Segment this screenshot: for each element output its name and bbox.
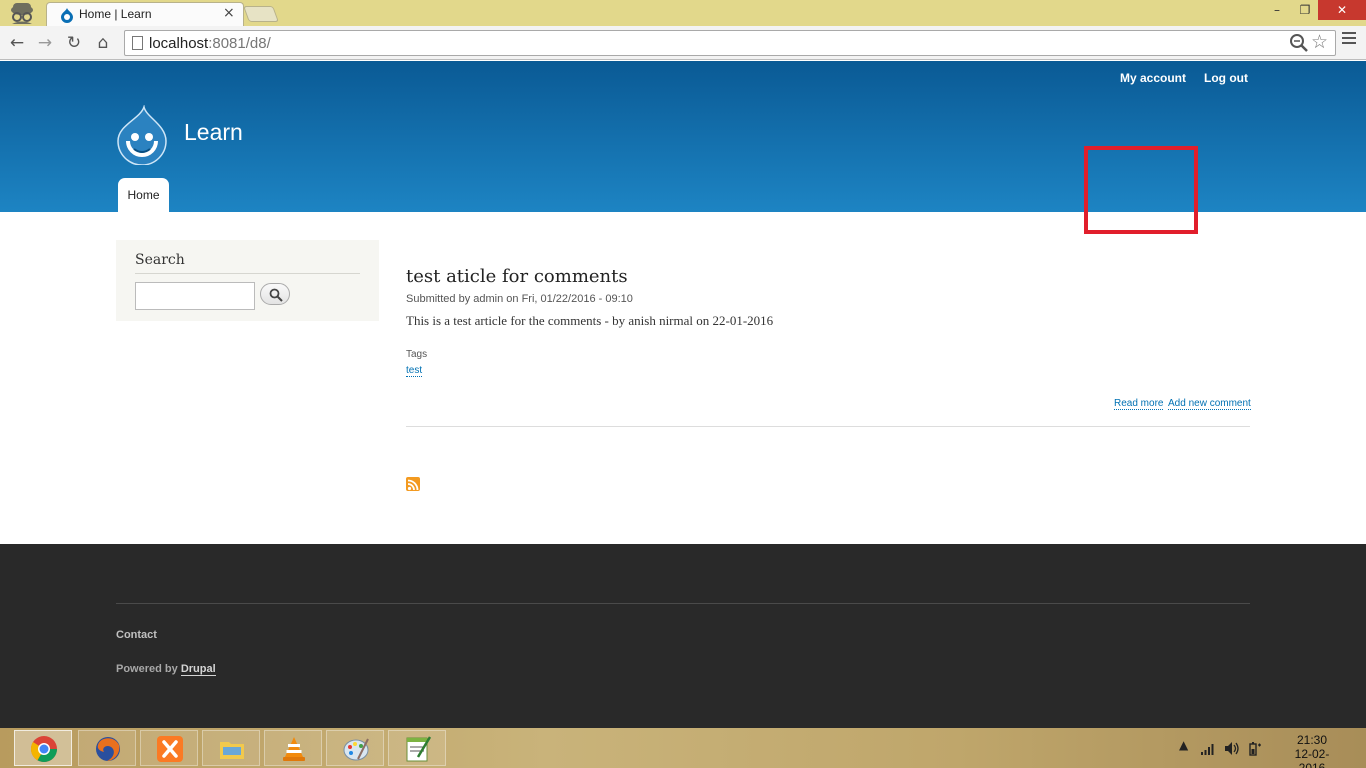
log-out-link[interactable]: Log out [1204, 71, 1248, 85]
browser-toolbar: ← → ↻ ⌂ localhost:8081/d8/ ☆ [0, 26, 1366, 60]
network-signal-icon[interactable] [1200, 742, 1216, 755]
home-icon[interactable]: ⌂ [92, 32, 114, 54]
system-clock[interactable]: 21:30 12-02-2016 [1282, 733, 1342, 768]
read-more-link[interactable]: Read more [1114, 398, 1164, 410]
url-text[interactable]: localhost:8081/d8/ [149, 35, 271, 52]
incognito-icon [11, 3, 33, 24]
show-hidden-icons-button[interactable]: ▲ [1179, 738, 1188, 752]
forward-arrow-icon[interactable]: → [34, 32, 56, 54]
browser-menu-icon[interactable] [1342, 32, 1356, 46]
search-input[interactable] [135, 282, 255, 310]
drupal-favicon-icon [61, 8, 73, 23]
search-button[interactable] [260, 283, 290, 305]
page-icon [132, 36, 143, 50]
taskbar-notepad-plus-plus-button[interactable] [388, 730, 446, 766]
back-arrow-icon[interactable]: ← [6, 32, 28, 54]
taskbar-firefox-button[interactable] [78, 730, 136, 766]
search-block-title: Search [135, 252, 185, 268]
xampp-icon [157, 736, 183, 762]
site-footer: Contact Powered by Drupal [0, 544, 1366, 728]
bookmark-star-icon[interactable]: ☆ [1311, 31, 1328, 53]
speaker-volume-icon[interactable] [1224, 741, 1240, 756]
taskbar-paint-button[interactable] [326, 730, 384, 766]
battery-power-icon[interactable] [1248, 741, 1262, 756]
article-title-link[interactable]: test aticle for comments [406, 266, 628, 287]
browser-titlebar: Home | Learn × – ❐ ✕ [0, 0, 1366, 26]
my-account-link[interactable]: My account [1120, 71, 1186, 85]
taskbar-chrome-button[interactable] [14, 730, 72, 766]
window-maximize-button[interactable]: ❐ [1292, 0, 1318, 20]
main-nav-home-tab[interactable]: Home [118, 178, 169, 212]
tag-link-test[interactable]: test [406, 365, 423, 377]
search-icon [269, 288, 283, 302]
tab-close-icon[interactable]: × [223, 5, 235, 21]
window-close-button[interactable]: ✕ [1318, 0, 1366, 20]
clock-date: 12-02-2016 [1294, 747, 1330, 768]
folder-icon [220, 742, 244, 759]
powered-by-text: Powered by Drupal [116, 663, 216, 676]
windows-taskbar: ▲ [0, 728, 1366, 768]
rss-feed-icon[interactable] [406, 477, 420, 491]
taskbar-vlc-button[interactable] [264, 730, 322, 766]
notepad-plus-plus-icon [406, 736, 432, 762]
article-submitted-info: Submitted by admin on Fri, 01/22/2016 - … [406, 293, 633, 305]
taskbar-xampp-button[interactable] [140, 730, 198, 766]
zoom-icon[interactable] [1289, 33, 1309, 53]
block-divider [135, 273, 360, 274]
clock-time: 21:30 [1296, 733, 1328, 747]
reload-icon[interactable]: ↻ [63, 32, 85, 54]
annotation-red-box [1084, 146, 1198, 234]
article-divider [406, 426, 1250, 427]
drupal-logo-icon[interactable] [114, 105, 170, 165]
sidebar-search-block: Search [116, 240, 379, 321]
contact-link[interactable]: Contact [116, 629, 157, 641]
vlc-icon [283, 737, 305, 761]
firefox-icon [96, 737, 120, 761]
address-bar[interactable]: localhost:8081/d8/ ☆ [124, 30, 1336, 56]
window-minimize-button[interactable]: – [1262, 0, 1292, 20]
browser-tab-home[interactable]: Home | Learn × [46, 2, 244, 26]
tags-label: Tags [406, 349, 428, 360]
tab-title: Home | Learn [79, 7, 152, 21]
taskbar-file-explorer-button[interactable] [202, 730, 260, 766]
article-body: This is a test article for the comments … [406, 313, 774, 328]
chrome-icon [30, 736, 58, 763]
footer-divider [116, 603, 1250, 604]
add-new-comment-link[interactable]: Add new comment [1168, 398, 1251, 410]
new-tab-button[interactable] [243, 6, 279, 22]
drupal-link[interactable]: Drupal [180, 663, 216, 676]
site-name[interactable]: Learn [184, 119, 243, 146]
paint-palette-icon [343, 738, 369, 761]
